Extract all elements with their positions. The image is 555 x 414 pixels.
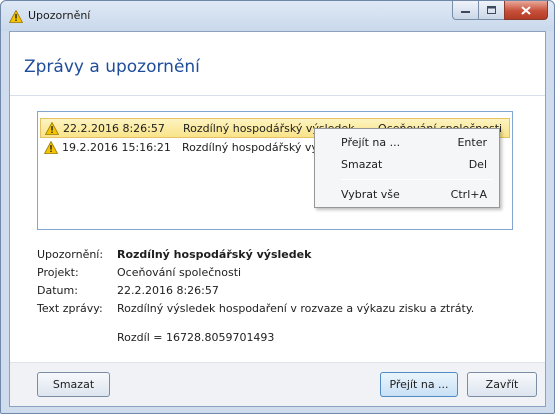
dialog-window: Upozornění Zprávy a upozornění 22.2.2016… xyxy=(0,0,555,414)
maximize-icon xyxy=(487,6,496,14)
header-divider xyxy=(10,95,545,96)
difference-value: Rozdíl = 16728.8059701493 xyxy=(117,331,275,344)
minimize-button[interactable] xyxy=(452,1,478,20)
context-menu-label: Smazat xyxy=(341,158,383,171)
warning-icon xyxy=(45,122,59,135)
message-date: 19.2.2016 15:16:21 xyxy=(62,141,171,154)
title-bar[interactable]: Upozornění xyxy=(1,1,554,31)
warning-icon xyxy=(44,141,58,154)
context-menu-separator xyxy=(341,179,493,180)
detail-alert-value: Rozdílný hospodářský výsledek xyxy=(117,248,312,261)
minimize-icon xyxy=(461,10,470,13)
context-menu-shortcut: Enter xyxy=(457,136,487,149)
message-title: Rozdílný hospodářský vý xyxy=(182,141,318,154)
context-menu-shortcut: Del xyxy=(468,158,487,171)
message-date: 22.2.2016 8:26:57 xyxy=(63,122,165,135)
detail-project-label: Projekt: xyxy=(37,266,79,279)
caption-buttons xyxy=(452,1,548,21)
goto-button[interactable]: Přejít na ... xyxy=(380,372,458,397)
detail-text-value: Rozdílný výsledek hospodaření v rozvaze … xyxy=(117,302,475,315)
context-menu-label: Přejít na ... xyxy=(341,136,401,149)
context-menu-select-all[interactable]: Vybrat vše Ctrl+A xyxy=(317,185,497,205)
detail-alert-label: Upozornění: xyxy=(37,248,104,261)
warning-icon xyxy=(9,10,23,23)
detail-text-label: Text zprávy: xyxy=(37,302,103,315)
close-window-button[interactable] xyxy=(504,1,548,20)
detail-date-label: Datum: xyxy=(37,284,78,297)
window-title: Upozornění xyxy=(28,9,91,22)
page-title: Zprávy a upozornění xyxy=(24,57,200,77)
context-menu-delete[interactable]: Smazat Del xyxy=(317,155,497,175)
detail-date-value: 22.2.2016 8:26:57 xyxy=(117,284,219,297)
close-button[interactable]: Zavřít xyxy=(467,372,537,397)
delete-button[interactable]: Smazat xyxy=(37,372,110,397)
button-bar: Smazat Přejít na ... Zavřít xyxy=(10,362,545,406)
detail-project-value: Oceňování společnosti xyxy=(117,266,242,279)
context-menu-label: Vybrat vše xyxy=(341,188,400,201)
maximize-button[interactable] xyxy=(478,1,504,20)
context-menu: Přejít na ... Enter Smazat Del Vybrat vš… xyxy=(314,128,500,208)
context-menu-shortcut: Ctrl+A xyxy=(450,188,487,201)
context-menu-goto[interactable]: Přejít na ... Enter xyxy=(317,133,497,153)
dialog-content: Zprávy a upozornění 22.2.2016 8:26:57 Ro… xyxy=(9,31,546,407)
close-icon xyxy=(521,5,531,15)
